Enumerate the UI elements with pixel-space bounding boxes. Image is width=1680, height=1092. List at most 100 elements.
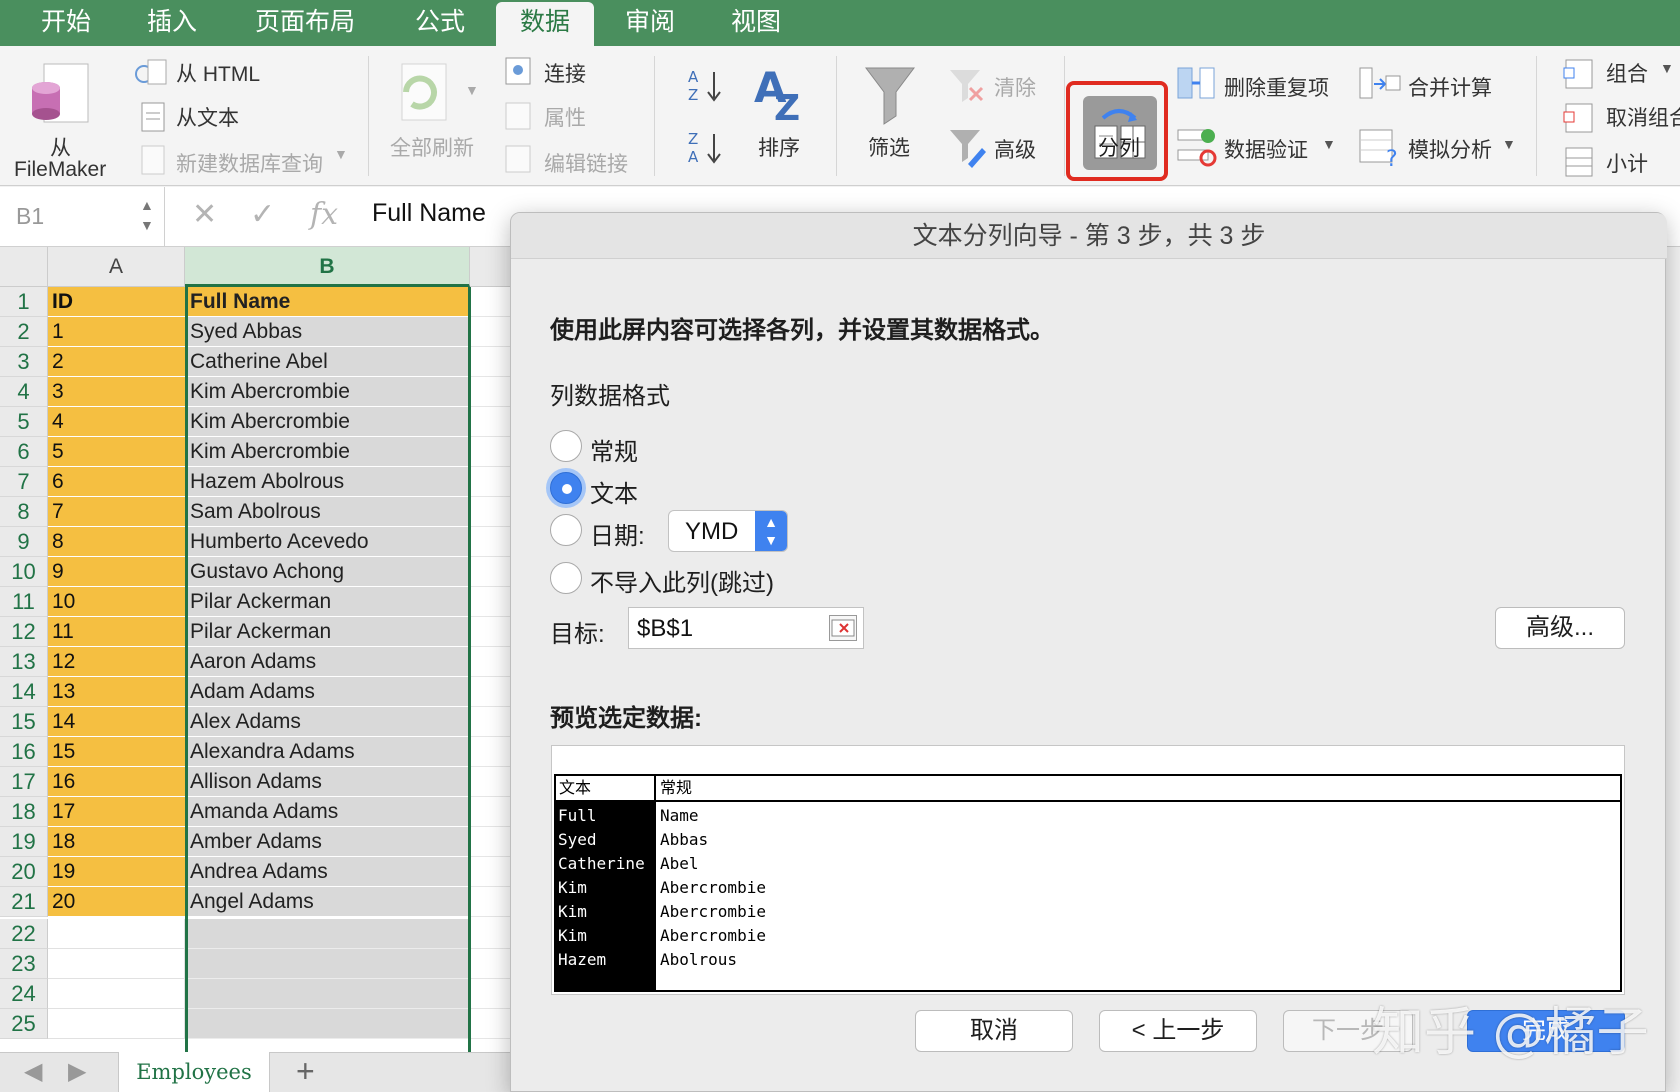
- row-header[interactable]: 17: [0, 767, 48, 797]
- radio-text[interactable]: [550, 472, 582, 504]
- column-header-b[interactable]: B: [185, 247, 470, 287]
- cell-a[interactable]: 10: [48, 587, 185, 617]
- cell-a[interactable]: 15: [48, 737, 185, 767]
- group-button[interactable]: 组合: [1606, 58, 1648, 88]
- what-if-analysis-button[interactable]: 模拟分析: [1408, 134, 1492, 164]
- cell-a[interactable]: ID: [48, 287, 185, 317]
- remove-duplicates-button[interactable]: 删除重复项: [1224, 72, 1329, 102]
- row-header[interactable]: 23: [0, 949, 48, 979]
- row-header[interactable]: 6: [0, 437, 48, 467]
- cancel-button[interactable]: 取消: [915, 1010, 1073, 1052]
- sort-button[interactable]: 排序: [758, 132, 800, 162]
- column-header-a[interactable]: A: [48, 247, 185, 287]
- row-header[interactable]: 8: [0, 497, 48, 527]
- cell-a[interactable]: 11: [48, 617, 185, 647]
- cell-a[interactable]: [48, 979, 185, 1009]
- name-box-stepper-icon[interactable]: ▲ ▼: [140, 195, 154, 235]
- cell-b[interactable]: [185, 949, 470, 979]
- row-header[interactable]: 18: [0, 797, 48, 827]
- sort-icon[interactable]: AZ: [752, 60, 808, 124]
- row-header[interactable]: 15: [0, 707, 48, 737]
- filter-button[interactable]: 筛选: [868, 132, 910, 162]
- cell-a[interactable]: 18: [48, 827, 185, 857]
- cell-b[interactable]: Catherine Abel: [185, 347, 470, 377]
- row-header[interactable]: 3: [0, 347, 48, 377]
- confirm-entry-icon[interactable]: ✓: [250, 197, 275, 232]
- cell-b[interactable]: Amanda Adams: [185, 797, 470, 827]
- cell-a[interactable]: 8: [48, 527, 185, 557]
- cell-a[interactable]: 5: [48, 437, 185, 467]
- cell-b[interactable]: Kim Abercrombie: [185, 437, 470, 467]
- tab-page-layout[interactable]: 页面布局: [240, 0, 370, 46]
- database-icon[interactable]: [28, 62, 92, 134]
- cell-a[interactable]: 13: [48, 677, 185, 707]
- sort-az-icon[interactable]: AZ: [686, 66, 726, 106]
- row-header[interactable]: 19: [0, 827, 48, 857]
- cell-b[interactable]: Pilar Ackerman: [185, 617, 470, 647]
- tab-insert[interactable]: 插入: [126, 0, 218, 46]
- row-header[interactable]: 7: [0, 467, 48, 497]
- cell-b[interactable]: Humberto Acevedo: [185, 527, 470, 557]
- cell-b[interactable]: Adam Adams: [185, 677, 470, 707]
- function-fx-icon[interactable]: fx: [310, 197, 338, 232]
- data-preview[interactable]: 文本 常规 Full Name Syed Abbas Catherine Abel Kim A…: [551, 745, 1625, 995]
- cell-a[interactable]: [48, 1009, 185, 1039]
- row-header[interactable]: 12: [0, 617, 48, 647]
- cell-a[interactable]: [48, 949, 185, 979]
- tab-formulas[interactable]: 公式: [394, 0, 486, 46]
- properties-button[interactable]: 属性: [544, 102, 586, 132]
- cell-b[interactable]: Gustavo Achong: [185, 557, 470, 587]
- row-header[interactable]: 2: [0, 317, 48, 347]
- cell-b[interactable]: Kim Abercrombie: [185, 377, 470, 407]
- name-box[interactable]: B1 ▲ ▼: [0, 187, 165, 247]
- row-header[interactable]: 24: [0, 979, 48, 1009]
- edit-links-button[interactable]: 编辑链接: [544, 148, 628, 178]
- back-button[interactable]: < 上一步: [1099, 1010, 1257, 1052]
- cell-b[interactable]: Pilar Ackerman: [185, 587, 470, 617]
- sort-za-icon[interactable]: ZA: [686, 128, 726, 168]
- data-validation-button[interactable]: 数据验证: [1224, 134, 1308, 164]
- from-html-button[interactable]: 从 HTML: [176, 58, 260, 88]
- row-header[interactable]: 1: [0, 287, 48, 317]
- cell-b[interactable]: Alexandra Adams: [185, 737, 470, 767]
- row-header[interactable]: 5: [0, 407, 48, 437]
- subtotal-button[interactable]: 小计: [1606, 148, 1648, 178]
- cancel-entry-icon[interactable]: ✕: [192, 197, 217, 232]
- row-header[interactable]: 21: [0, 887, 48, 917]
- cell-a[interactable]: 6: [48, 467, 185, 497]
- cell-a[interactable]: 2: [48, 347, 185, 377]
- tab-view[interactable]: 视图: [710, 0, 802, 46]
- advanced-filter-button[interactable]: 高级: [994, 134, 1036, 164]
- refresh-all-button[interactable]: 全部刷新: [390, 132, 474, 162]
- cell-b[interactable]: Kim Abercrombie: [185, 407, 470, 437]
- formula-input[interactable]: Full Name: [372, 199, 486, 228]
- cell-b[interactable]: Aaron Adams: [185, 647, 470, 677]
- row-header[interactable]: 20: [0, 857, 48, 887]
- connections-button[interactable]: 连接: [544, 58, 586, 88]
- row-header[interactable]: 14: [0, 677, 48, 707]
- cell-b[interactable]: Syed Abbas: [185, 317, 470, 347]
- cell-b[interactable]: [185, 1009, 470, 1039]
- cell-a[interactable]: 12: [48, 647, 185, 677]
- cell-b[interactable]: Amber Adams: [185, 827, 470, 857]
- cell-b[interactable]: Alex Adams: [185, 707, 470, 737]
- tab-home[interactable]: 开始: [20, 0, 112, 46]
- row-header[interactable]: 11: [0, 587, 48, 617]
- select-all-corner[interactable]: [0, 247, 48, 287]
- new-database-query-button[interactable]: 新建数据库查询: [176, 148, 323, 178]
- cell-a[interactable]: 1: [48, 317, 185, 347]
- cell-b[interactable]: Allison Adams: [185, 767, 470, 797]
- cell-a[interactable]: 7: [48, 497, 185, 527]
- ungroup-button[interactable]: 取消组合: [1606, 102, 1680, 132]
- cell-b[interactable]: Full Name: [185, 287, 470, 317]
- cell-a[interactable]: 3: [48, 377, 185, 407]
- advanced-button[interactable]: 高级...: [1495, 607, 1625, 649]
- cell-b[interactable]: [185, 979, 470, 1009]
- cell-a[interactable]: 9: [48, 557, 185, 587]
- row-header[interactable]: 10: [0, 557, 48, 587]
- row-header[interactable]: 4: [0, 377, 48, 407]
- target-input[interactable]: $B$1: [628, 607, 864, 649]
- from-filemaker-label-2[interactable]: FileMaker: [14, 158, 106, 182]
- cell-b[interactable]: Hazem Abolrous: [185, 467, 470, 497]
- cell-b[interactable]: [185, 919, 470, 949]
